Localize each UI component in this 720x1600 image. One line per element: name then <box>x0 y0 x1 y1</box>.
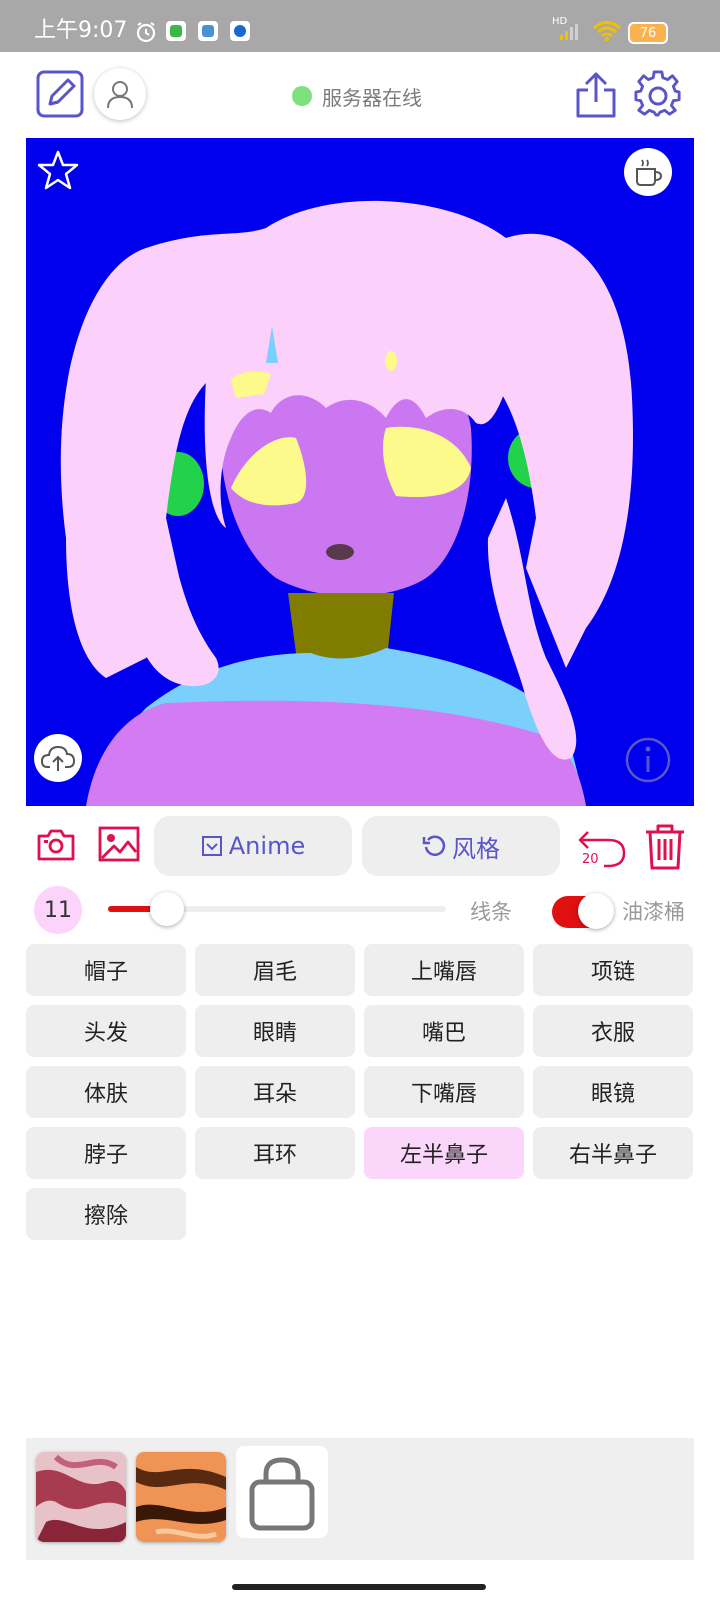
undo-count: 20 <box>582 852 599 867</box>
app-icon <box>230 21 250 41</box>
shop-bag-icon <box>249 1457 315 1531</box>
part-button[interactable]: 嘴巴 <box>364 1005 524 1057</box>
style-thumbnail-orange-image <box>136 1452 226 1542</box>
part-button[interactable]: 头发 <box>26 1005 186 1057</box>
part-button[interactable]: 眼睛 <box>195 1005 355 1057</box>
server-status: 服务器在线 <box>292 84 422 110</box>
coffee-icon <box>636 159 663 186</box>
part-button[interactable]: 脖子 <box>26 1127 186 1179</box>
user-icon <box>107 81 133 109</box>
star-icon[interactable] <box>36 148 80 192</box>
drawing-canvas[interactable] <box>26 138 694 806</box>
battery-level: 76 <box>639 25 657 41</box>
style-thumbnail-red-image <box>36 1452 126 1542</box>
drawing-artwork <box>26 138 694 806</box>
hair-highlight-right <box>385 351 397 371</box>
part-button[interactable]: 耳环 <box>195 1127 355 1179</box>
style-tray <box>26 1438 694 1560</box>
anime-label: Anime <box>228 832 306 860</box>
status-time: 上午9:07 <box>34 18 128 43</box>
style-thumbnail-orange[interactable] <box>136 1452 226 1542</box>
style-label: 风格 <box>452 834 500 863</box>
part-button[interactable]: 体肤 <box>26 1066 186 1118</box>
part-button[interactable]: 上嘴唇 <box>364 944 524 996</box>
anime-button[interactable]: Anime <box>154 816 352 876</box>
share-icon[interactable] <box>574 70 618 120</box>
trash-icon[interactable] <box>644 822 686 870</box>
part-button-selected[interactable]: 左半鼻子 <box>364 1127 524 1179</box>
mouth <box>326 544 354 560</box>
server-status-dot <box>292 86 312 106</box>
info-icon[interactable] <box>624 736 672 784</box>
part-button[interactable]: 项链 <box>533 944 693 996</box>
image-icon[interactable] <box>98 826 140 862</box>
part-button-erase[interactable]: 擦除 <box>26 1188 186 1240</box>
bucket-mode-label: 油漆桶 <box>622 900 685 924</box>
rotate-icon <box>422 835 446 856</box>
shop-button[interactable] <box>236 1446 328 1538</box>
upload-cloud-icon <box>41 745 75 771</box>
part-button[interactable]: 眉毛 <box>195 944 355 996</box>
signal-icon <box>560 24 578 40</box>
home-indicator[interactable] <box>232 1584 486 1590</box>
settings-icon[interactable] <box>634 70 682 118</box>
wifi-icon <box>593 21 621 41</box>
part-button[interactable]: 帽子 <box>26 944 186 996</box>
brush-size-indicator: 11 <box>34 886 82 934</box>
line-mode-label: 线条 <box>470 900 512 924</box>
upload-cloud-button[interactable] <box>34 734 82 782</box>
alarm-icon <box>136 22 156 43</box>
wechat-icon <box>166 21 186 41</box>
gallery-icon <box>198 21 218 41</box>
part-button[interactable]: 眼镜 <box>533 1066 693 1118</box>
edit-icon[interactable] <box>36 70 84 118</box>
bucket-toggle-knob[interactable] <box>578 893 614 929</box>
user-button[interactable] <box>94 68 146 120</box>
coffee-button[interactable] <box>624 148 672 196</box>
battery-indicator: 76 <box>628 22 668 44</box>
part-button[interactable]: 右半鼻子 <box>533 1127 693 1179</box>
style-thumbnail-red[interactable] <box>36 1452 126 1542</box>
camera-icon[interactable] <box>36 826 76 862</box>
part-grid: 帽子 眉毛 上嘴唇 项链 头发 眼睛 嘴巴 衣服 体肤 耳朵 下嘴唇 眼镜 脖子… <box>26 944 694 1244</box>
checkbox-icon <box>201 836 222 856</box>
part-button[interactable]: 下嘴唇 <box>364 1066 524 1118</box>
server-status-label: 服务器在线 <box>322 85 422 110</box>
brush-size-slider-thumb[interactable] <box>150 892 184 926</box>
part-button[interactable]: 衣服 <box>533 1005 693 1057</box>
part-button[interactable]: 耳朵 <box>195 1066 355 1118</box>
style-button[interactable]: 风格 <box>362 816 560 876</box>
